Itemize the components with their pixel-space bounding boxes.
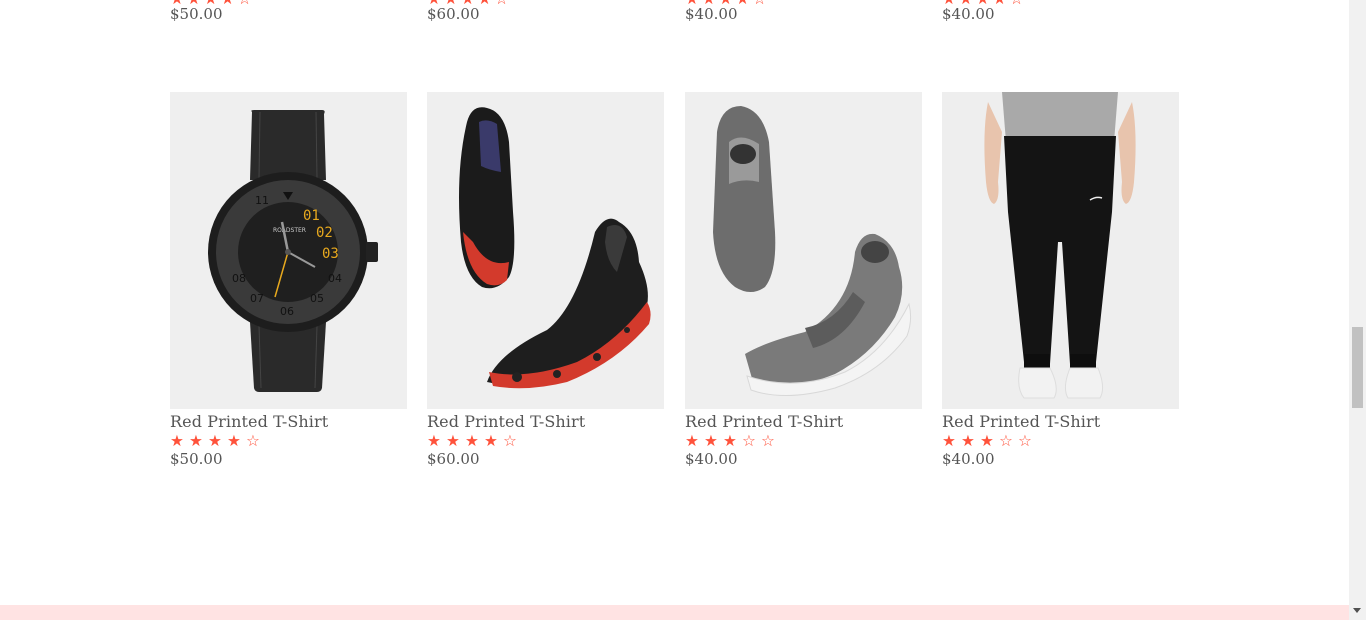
sneakers-black-image[interactable] [427, 92, 664, 409]
star-full-icon: ★ [980, 432, 997, 450]
product-title[interactable]: Red Printed T-Shirt [685, 412, 922, 432]
sneakers-grey-image[interactable] [685, 92, 922, 409]
svg-text:04: 04 [328, 272, 342, 285]
star-full-icon: ★ [685, 432, 702, 450]
product-title[interactable]: Red Printed T-Shirt [427, 412, 664, 432]
product-title[interactable]: Red Printed T-Shirt [942, 412, 1179, 432]
product-price: $40.00 [942, 5, 995, 23]
star-full-icon: ★ [189, 432, 206, 450]
star-half-icon: ☆ [503, 432, 520, 450]
star-full-icon: ★ [484, 432, 501, 450]
star-empty-icon: ☆ [761, 432, 778, 450]
star-full-icon: ★ [170, 432, 187, 450]
star-full-icon: ★ [465, 432, 482, 450]
product-card[interactable]: 01 02 03 ROADSTER 06 07 08 05 04 11 Red … [170, 92, 407, 468]
vertical-scrollbar[interactable] [1349, 0, 1366, 620]
star-full-icon: ★ [942, 432, 959, 450]
product-title[interactable]: Red Printed T-Shirt [170, 412, 407, 432]
scrollbar-thumb[interactable] [1352, 327, 1363, 408]
svg-text:11: 11 [255, 194, 269, 207]
joggers-image[interactable] [942, 92, 1179, 409]
rating-stars: ★ ★ ★ ☆ ☆ [942, 432, 1179, 450]
watch-image[interactable]: 01 02 03 ROADSTER 06 07 08 05 04 11 [170, 92, 407, 409]
star-full-icon: ★ [427, 432, 444, 450]
star-full-icon: ★ [723, 432, 740, 450]
rating-stars: ★ ★ ★ ☆ ☆ [685, 432, 922, 450]
star-full-icon: ★ [704, 432, 721, 450]
svg-text:03: 03 [322, 246, 339, 262]
star-half-icon: ☆ [999, 432, 1016, 450]
product-card[interactable]: Red Printed T-Shirt ★ ★ ★ ★ ☆ $60.00 [427, 92, 664, 468]
svg-text:05: 05 [310, 292, 324, 305]
product-price: $40.00 [685, 5, 738, 23]
scroll-down-arrow-icon[interactable] [1353, 608, 1361, 613]
star-full-icon: ★ [961, 432, 978, 450]
product-card[interactable]: Red Printed T-Shirt ★ ★ ★ ☆ ☆ $40.00 [942, 92, 1179, 468]
product-price: $50.00 [170, 5, 223, 23]
star-empty-icon: ☆ [246, 432, 263, 450]
star-empty-icon: ☆ [1018, 432, 1035, 450]
product-price: $50.00 [170, 450, 223, 468]
product-price: $40.00 [942, 450, 995, 468]
star-full-icon: ★ [446, 432, 463, 450]
rating-stars: ★★★★☆ [170, 432, 407, 450]
product-price: $60.00 [427, 450, 480, 468]
product-price: $60.00 [427, 5, 480, 23]
product-card[interactable]: Red Printed T-Shirt ★ ★ ★ ☆ ☆ $40.00 [685, 92, 922, 468]
product-price: $40.00 [685, 450, 738, 468]
svg-text:06: 06 [280, 305, 294, 318]
svg-text:07: 07 [250, 292, 264, 305]
rating-stars: ★★★★☆ [427, 432, 664, 450]
star-full-icon: ★ [208, 432, 225, 450]
page: ★★★★☆ $50.00 ★★★★☆ $60.00 ★★★★☆ $40.00 ★… [0, 0, 1349, 620]
svg-text:ROADSTER: ROADSTER [273, 227, 306, 234]
svg-text:08: 08 [232, 272, 246, 285]
star-half-icon: ☆ [742, 432, 759, 450]
footer-band [0, 605, 1349, 620]
svg-text:02: 02 [316, 225, 333, 241]
star-full-icon: ★ [227, 432, 244, 450]
svg-text:01: 01 [303, 208, 320, 224]
product-row-top: ★★★★☆ $50.00 ★★★★☆ $60.00 ★★★★☆ $40.00 ★… [170, 0, 1180, 22]
